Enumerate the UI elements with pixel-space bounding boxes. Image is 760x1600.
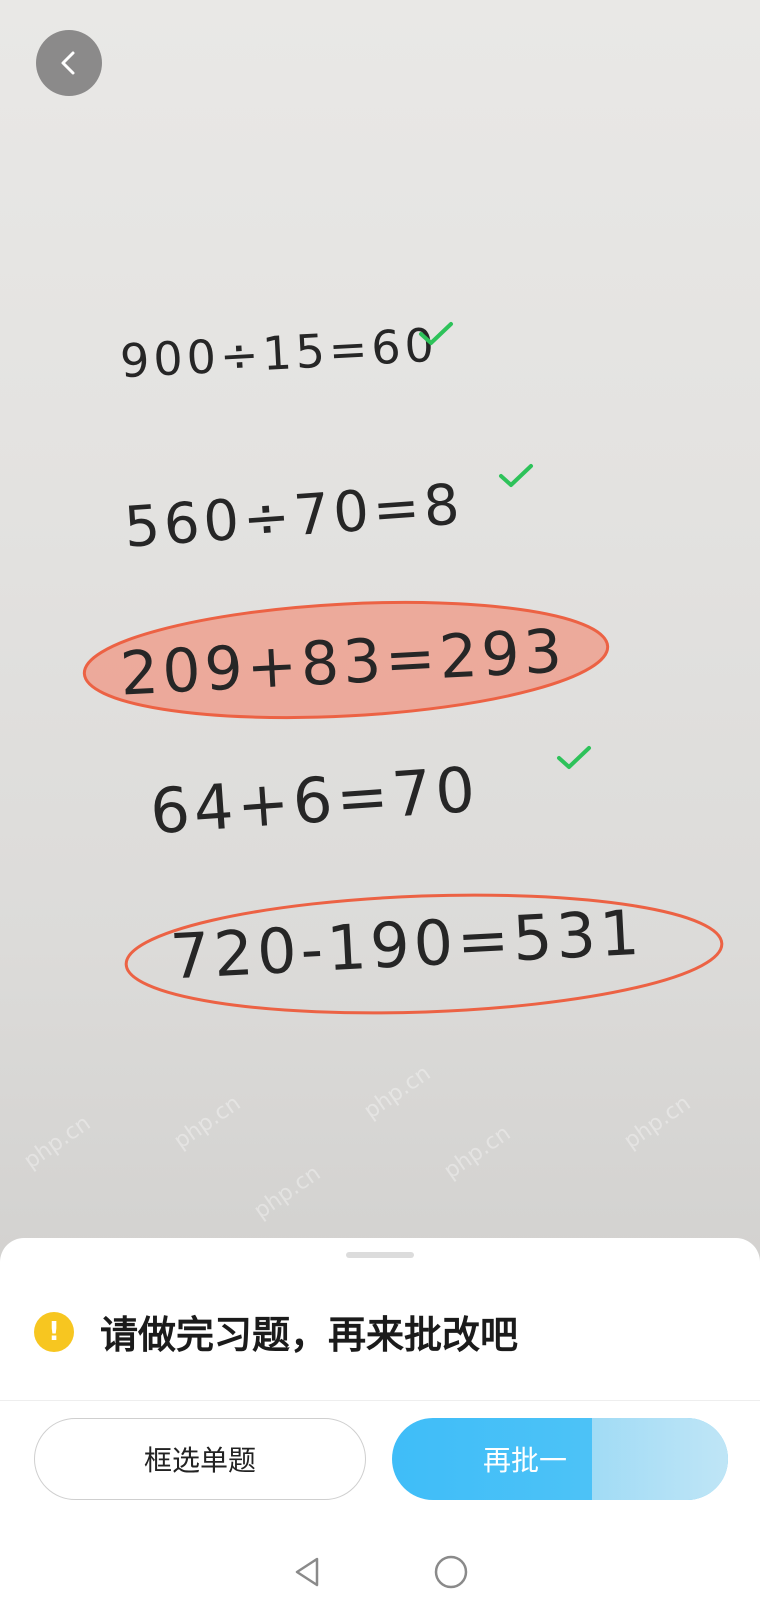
homework-photo: php.cn php.cn php.cn php.cn php.cn php.c…	[0, 0, 760, 1260]
pixelated-overlay	[592, 1418, 728, 1500]
exclamation-circle-icon: !	[34, 1311, 74, 1352]
equation-2: 560÷70=8	[122, 472, 466, 561]
correct-check-icon	[419, 322, 453, 345]
watermark: php.cn	[249, 1160, 326, 1225]
drag-handle[interactable]	[346, 1252, 414, 1258]
back-button[interactable]	[36, 30, 102, 96]
warning-message-row: ! 请做完习题，再来批改吧	[34, 1304, 518, 1359]
nav-back-button[interactable]	[291, 1555, 323, 1589]
watermark: php.cn	[439, 1120, 516, 1185]
equation-1: 900÷15=60	[118, 317, 440, 389]
circle-home-icon	[434, 1555, 468, 1589]
warning-message: 请做完习题，再来批改吧	[100, 1313, 519, 1357]
select-question-button[interactable]: 框选单题	[34, 1418, 366, 1500]
watermark: php.cn	[19, 1110, 96, 1175]
correct-check-icon	[499, 464, 533, 487]
equation-4: 64+6=70	[147, 752, 482, 849]
watermark: php.cn	[169, 1090, 246, 1155]
system-navigation-bar	[0, 1544, 760, 1600]
nav-home-button[interactable]	[433, 1554, 469, 1590]
regrade-button-label: 再批一	[482, 1444, 567, 1477]
result-bottom-sheet: ! 请做完习题，再来批改吧 框选单题 再批一	[0, 1238, 760, 1600]
watermark: php.cn	[359, 1060, 436, 1125]
watermark: php.cn	[619, 1090, 696, 1155]
chevron-left-icon	[61, 51, 75, 75]
regrade-button[interactable]: 再批一	[392, 1418, 728, 1500]
triangle-back-icon	[295, 1557, 319, 1587]
divider	[0, 1400, 760, 1401]
correct-check-icon	[557, 746, 591, 769]
